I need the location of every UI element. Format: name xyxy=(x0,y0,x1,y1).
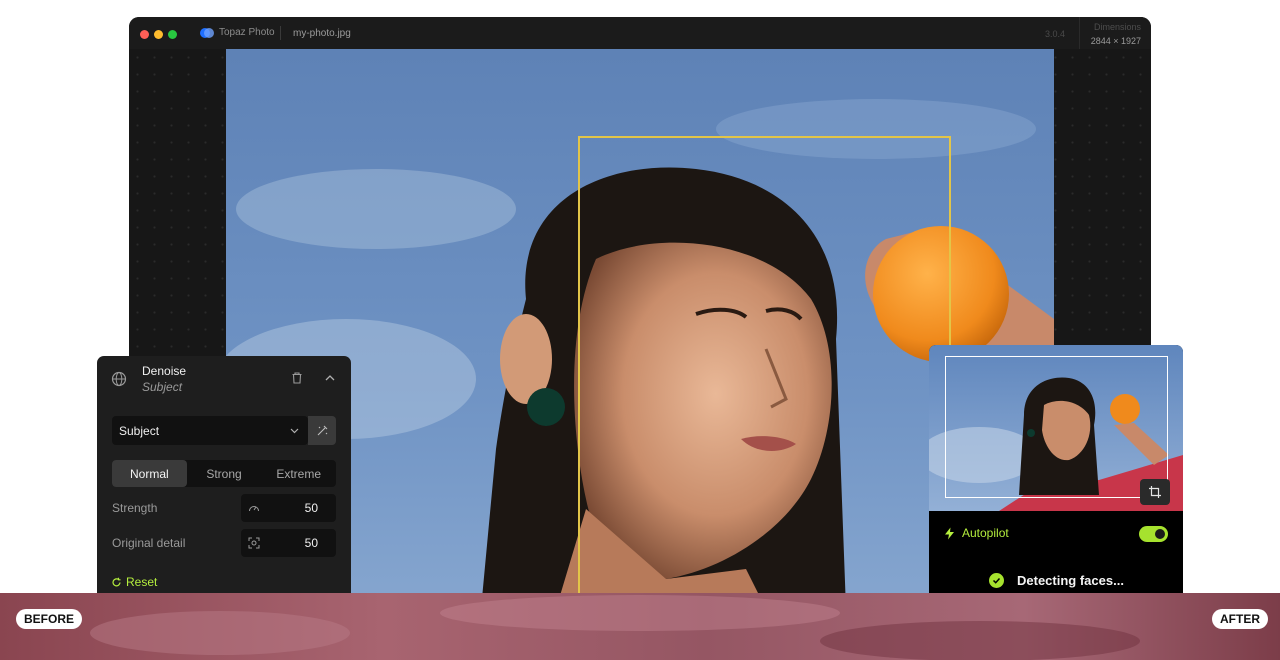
crop-selection-frame[interactable] xyxy=(578,136,951,609)
app-version: 3.0.4 xyxy=(1045,29,1066,39)
model-select[interactable]: Subject xyxy=(112,416,308,445)
dimensions-readout: Dimensions 2844 × 1927 xyxy=(1079,17,1151,49)
chevron-up-icon[interactable] xyxy=(323,371,337,385)
check-circle-icon xyxy=(989,573,1004,588)
detail-icon xyxy=(248,537,260,549)
viewport-frame[interactable] xyxy=(945,356,1168,498)
auto-model-button[interactable] xyxy=(308,416,336,445)
navigator-thumbnail[interactable] xyxy=(929,345,1183,511)
globe-icon xyxy=(111,371,127,387)
close-window-button[interactable] xyxy=(140,30,149,39)
strength-value: 50 xyxy=(304,501,318,515)
blurred-photo-strip xyxy=(0,593,1280,660)
speed-icon xyxy=(249,506,259,512)
strength-row: Strength 50 xyxy=(112,494,336,522)
autopilot-row: Autopilot xyxy=(944,526,1009,540)
reset-icon xyxy=(112,577,121,586)
panel-subtitle: Subject xyxy=(142,380,183,394)
status-row: Detecting faces... xyxy=(989,573,1124,588)
app-brand: Topaz Photo xyxy=(200,27,275,38)
crop-icon xyxy=(1149,486,1161,498)
original-detail-value: 50 xyxy=(304,536,318,550)
original-detail-row: Original detail 50 xyxy=(112,529,336,557)
wand-icon xyxy=(317,425,327,436)
title-bar: Topaz Photo my-photo.jpg 3.0.4 Dimension… xyxy=(129,17,1151,49)
strength-mode-segmented-control: Normal Strong Extreme xyxy=(112,460,336,487)
autopilot-label: Autopilot xyxy=(962,526,1009,540)
trash-icon[interactable] xyxy=(290,371,304,385)
original-detail-input[interactable]: 50 xyxy=(241,529,336,557)
strength-label: Strength xyxy=(112,501,158,515)
reset-button[interactable]: Reset xyxy=(111,575,157,589)
maximize-window-button[interactable] xyxy=(168,30,177,39)
autopilot-toggle[interactable] xyxy=(1139,526,1168,542)
dimensions-value: 2844 × 1927 xyxy=(1090,36,1141,46)
status-text: Detecting faces... xyxy=(1017,573,1124,588)
strength-input[interactable]: 50 xyxy=(241,494,336,522)
app-name: Topaz Photo xyxy=(219,27,275,38)
minimize-window-button[interactable] xyxy=(154,30,163,39)
crop-button[interactable] xyxy=(1140,479,1170,505)
topaz-logo-icon xyxy=(200,27,214,38)
original-detail-label: Original detail xyxy=(112,536,186,550)
after-label: AFTER xyxy=(1212,609,1268,629)
mode-extreme-button[interactable]: Extreme xyxy=(261,460,336,487)
toggle-knob xyxy=(1155,529,1165,539)
reset-label: Reset xyxy=(126,575,158,589)
dimensions-label: Dimensions xyxy=(1093,22,1141,32)
panel-title: Denoise xyxy=(142,364,187,378)
before-label: BEFORE xyxy=(16,609,83,629)
chevron-down-icon xyxy=(290,428,299,434)
model-select-value: Subject xyxy=(119,424,160,438)
mode-normal-button[interactable]: Normal xyxy=(112,460,187,487)
lightning-icon xyxy=(945,527,954,539)
title-divider xyxy=(280,26,281,40)
preview-panel: Autopilot Detecting faces... xyxy=(929,345,1183,625)
before-after-strip[interactable]: BEFORE AFTER xyxy=(0,593,1280,660)
denoise-panel: Denoise Subject Subject Normal Strong Ex… xyxy=(97,356,351,616)
mode-strong-button[interactable]: Strong xyxy=(187,460,262,487)
file-name: my-photo.jpg xyxy=(293,28,351,39)
